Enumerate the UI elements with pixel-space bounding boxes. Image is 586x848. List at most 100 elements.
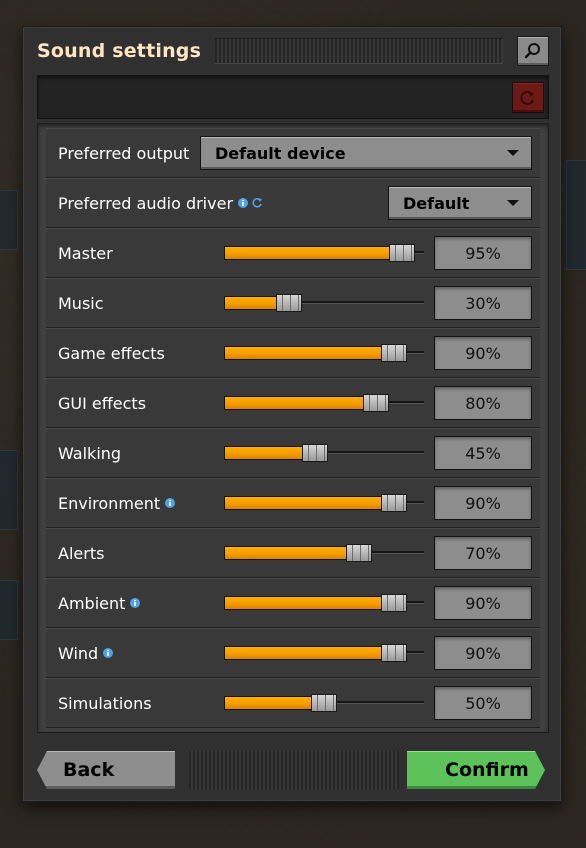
setting-label-container: Walking [58,429,121,477]
refresh-icon[interactable] [251,197,263,209]
walking-volume-slider[interactable] [224,444,424,462]
game-effects-volume-slider[interactable] [224,344,424,362]
window-title: Sound settings [37,40,202,62]
dialog-footer: Back Confirm [37,747,549,791]
setting-label-container: Master [58,229,113,277]
slider-fill [224,496,385,510]
setting-label: Environment [58,493,161,513]
search-button[interactable] [517,36,549,66]
slider-thumb[interactable] [381,644,407,662]
dropdown-value: Default device [215,143,346,163]
setting-label: Wind [58,643,99,663]
ambient-value-field[interactable]: 90% [434,586,532,620]
gui-effects-value-field[interactable]: 80% [434,386,532,420]
sound-settings-window: Sound settings Preferred output Default … [22,26,562,802]
slider-fill [224,646,385,660]
slider-thumb[interactable] [311,694,337,712]
setting-label: Game effects [58,343,165,363]
slider-thumb[interactable] [276,294,302,312]
environment-volume-slider[interactable] [224,494,424,512]
slider-fill [224,296,280,310]
setting-row-preferred-audio-driver: Preferred audio driver Default [46,178,540,228]
wind-value-field[interactable]: 90% [434,636,532,670]
setting-row-simulations: Simulations 50% [46,678,540,728]
environment-value-field[interactable]: 90% [434,486,532,520]
setting-label-container: Game effects [58,329,165,377]
music-volume-slider[interactable] [224,294,424,312]
background-deco [0,190,18,250]
setting-label-container: Environment [58,479,176,527]
drag-handle[interactable] [189,751,399,789]
setting-row-walking: Walking 45% [46,428,540,478]
slider-fill [224,346,385,360]
dropdown-value: Default [403,193,470,213]
setting-row-wind: Wind 90% [46,628,540,678]
master-volume-slider[interactable] [224,244,424,262]
setting-label-container: Alerts [58,529,104,577]
info-icon[interactable] [103,648,114,658]
setting-row-alerts: Alerts 70% [46,528,540,578]
setting-label: Simulations [58,693,152,713]
settings-list: Preferred output Default device Preferre… [46,128,540,728]
setting-row-master: Master 95% [46,228,540,278]
walking-value-field[interactable]: 45% [434,436,532,470]
setting-label: Walking [58,443,122,463]
setting-label: Master [58,243,113,263]
setting-label: Alerts [58,543,105,563]
setting-label: GUI effects [58,393,147,413]
alerts-value-field[interactable]: 70% [434,536,532,570]
slider-fill [224,446,306,460]
info-icon[interactable] [130,598,141,608]
setting-label: Ambient [58,593,126,613]
slider-fill [224,546,350,560]
slider-thumb[interactable] [363,394,389,412]
reset-icon [520,90,534,105]
gui-effects-volume-slider[interactable] [224,394,424,412]
simulations-volume-slider[interactable] [224,694,424,712]
confirm-button[interactable]: Confirm [407,751,545,789]
chevron-down-icon [507,200,519,206]
slider-thumb[interactable] [381,594,407,612]
music-value-field[interactable]: 30% [434,286,532,320]
game-effects-value-field[interactable]: 90% [434,336,532,370]
setting-label-container: Music [58,279,104,327]
setting-row-gui-effects: GUI effects 80% [46,378,540,428]
setting-label-container: Simulations [58,679,152,727]
magnifier-icon [524,43,540,59]
background-deco [0,450,18,530]
slider-fill [224,396,367,410]
setting-row-preferred-output: Preferred output Default device [46,128,540,178]
slider-thumb[interactable] [389,244,415,262]
slider-thumb[interactable] [381,494,407,512]
drag-handle[interactable] [215,38,503,64]
setting-label: Preferred audio driver [58,193,234,213]
slider-fill [224,246,393,260]
preferred-output-dropdown[interactable]: Default device [200,136,532,170]
audio-driver-dropdown[interactable]: Default [388,186,532,220]
setting-label-container: GUI effects [58,379,146,427]
setting-row-ambient: Ambient 90% [46,578,540,628]
slider-thumb[interactable] [381,344,407,362]
setting-label: Music [58,293,104,313]
slider-thumb[interactable] [346,544,372,562]
setting-row-music: Music 30% [46,278,540,328]
setting-row-environment: Environment 90% [46,478,540,528]
settings-panel: Preferred output Default device Preferre… [37,123,549,733]
master-value-field[interactable]: 95% [434,236,532,270]
background-deco [0,580,18,640]
slider-thumb[interactable] [302,444,328,462]
setting-label-container: Ambient [58,579,141,627]
info-icon[interactable] [165,498,176,508]
simulations-value-field[interactable]: 50% [434,686,532,720]
setting-label-container: Wind [58,629,114,677]
back-button[interactable]: Back [37,751,175,789]
wind-volume-slider[interactable] [224,644,424,662]
ambient-volume-slider[interactable] [224,594,424,612]
reset-button[interactable] [512,82,544,113]
toolbar [37,75,549,119]
alerts-volume-slider[interactable] [224,544,424,562]
background-deco [566,160,586,270]
info-icon[interactable] [238,198,249,208]
setting-row-game-effects: Game effects 90% [46,328,540,378]
chevron-down-icon [507,150,519,156]
